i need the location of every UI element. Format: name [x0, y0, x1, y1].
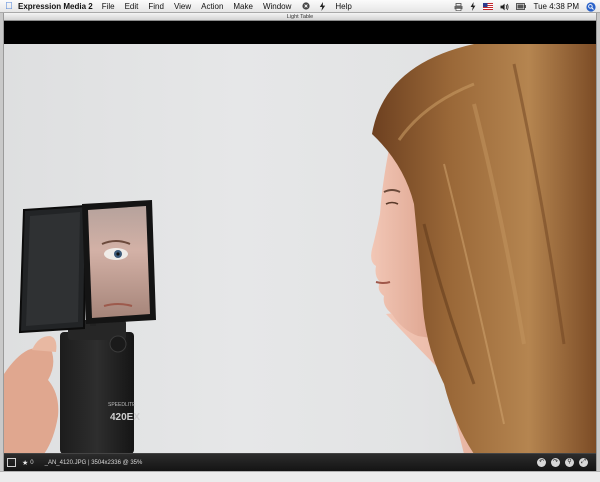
rating-control[interactable]: ★ 0: [22, 459, 34, 467]
window-right-edge: [596, 13, 600, 471]
fullscreen-icon[interactable]: ⤢: [579, 458, 588, 467]
window-title: Light Table: [4, 13, 596, 21]
menu-help[interactable]: Help: [335, 2, 351, 11]
menu-view[interactable]: View: [174, 2, 191, 11]
status-strip: ★ 0 _AN_4120.JPG | 3504x2336 @ 35% ↶ ↷ ⚲…: [4, 453, 596, 471]
menu-edit[interactable]: Edit: [125, 2, 139, 11]
status-area: Tue 4:38 PM: [454, 0, 596, 13]
desktop-bottom: [0, 471, 600, 482]
lightning-menu-icon[interactable]: [318, 1, 327, 11]
menu-window[interactable]: Window: [263, 2, 291, 11]
rotate-right-icon[interactable]: ↷: [551, 458, 560, 467]
zoom-icon[interactable]: ⚲: [565, 458, 574, 467]
flash-model-text: 420EX: [110, 412, 140, 423]
file-info: _AN_4120.JPG | 3504x2336 @ 35%: [44, 459, 143, 466]
menu-find[interactable]: Find: [148, 2, 164, 11]
menu-make[interactable]: Make: [233, 2, 253, 11]
star-icon: ★: [22, 459, 29, 467]
battery-icon[interactable]: [516, 3, 527, 10]
menu-file[interactable]: File: [102, 2, 115, 11]
thumbnail-toggle[interactable]: [7, 458, 16, 467]
menu-clock[interactable]: Tue 4:38 PM: [533, 2, 579, 11]
rating-value: 0: [30, 459, 34, 466]
image-viewer[interactable]: SPEEDLITE 420EX: [4, 21, 596, 453]
spotlight-icon[interactable]: [586, 1, 596, 12]
flag-icon[interactable]: [483, 3, 494, 10]
printer-icon[interactable]: [454, 2, 463, 11]
script-menu-icon[interactable]: [301, 2, 310, 11]
menu-bar:  Expression Media 2 File Edit Find View…: [0, 0, 600, 13]
photo-preview[interactable]: SPEEDLITE 420EX: [4, 44, 596, 453]
hand-shape: [4, 347, 59, 453]
menu-action[interactable]: Action: [201, 2, 223, 11]
photo-graphic: SPEEDLITE 420EX: [4, 44, 596, 453]
viewer-tools: ↶ ↷ ⚲ ⤢: [537, 458, 588, 467]
rotate-left-icon[interactable]: ↶: [537, 458, 546, 467]
apple-menu-icon[interactable]: : [0, 0, 18, 13]
light-table-window: Light Table SPEEDLITE 420EX ★ 0 _AN_4120…: [4, 13, 596, 471]
mirror-reflection: [88, 206, 150, 318]
bolt-status-icon[interactable]: [470, 2, 476, 11]
app-menu[interactable]: Expression Media 2: [18, 2, 93, 11]
volume-icon[interactable]: [500, 3, 509, 11]
flash-brand-text: SPEEDLITE: [108, 402, 136, 408]
